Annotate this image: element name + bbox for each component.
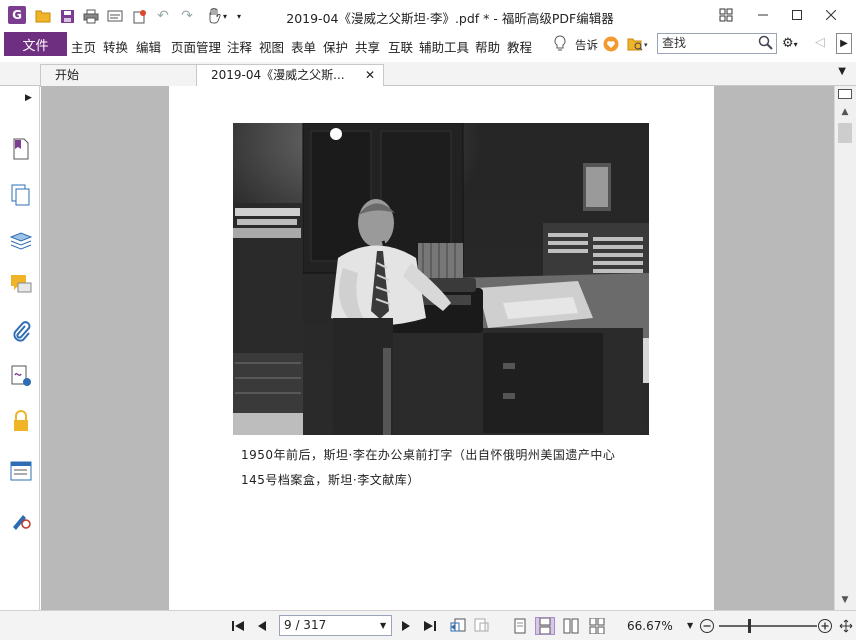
search-icon[interactable] xyxy=(758,35,774,55)
scroll-split-icon[interactable] xyxy=(837,86,853,102)
menu-help[interactable]: 帮助 xyxy=(475,37,500,56)
menu-bar: 文件 主页 转换 编辑 页面管理 注释 视图 表单 保护 共享 互联 辅助工具 … xyxy=(0,32,856,56)
menu-convert[interactable]: 转换 xyxy=(103,37,128,56)
tab-document[interactable]: 2019-04《漫威之父斯... ✕ xyxy=(196,64,384,88)
tell-me-label[interactable]: 告诉 xyxy=(575,37,598,53)
menu-tutorial[interactable]: 教程 xyxy=(507,37,532,56)
customize-quickaccess-icon[interactable]: ▾ xyxy=(234,7,244,25)
minimize-icon[interactable] xyxy=(752,6,774,24)
gear-icon[interactable]: ⚙▾ xyxy=(782,36,798,51)
historical-photo-image xyxy=(233,123,649,435)
security-icon[interactable] xyxy=(10,410,32,432)
close-icon[interactable] xyxy=(820,6,842,24)
next-view-icon[interactable] xyxy=(472,617,492,635)
previous-view-icon[interactable] xyxy=(448,617,468,635)
tab-document-label: 2019-04《漫威之父斯... xyxy=(211,68,345,82)
page-number-input[interactable]: 9 / 317 xyxy=(279,615,392,636)
lightbulb-icon[interactable] xyxy=(553,35,567,55)
zoom-out-icon[interactable] xyxy=(697,617,717,635)
title-bar: G ↶ ↷ ▾ ▾ 2019-04《漫威之父斯坦·李》.pdf * - 福昕高级… xyxy=(0,0,856,32)
menu-accessibility[interactable]: 辅助工具 xyxy=(419,37,469,56)
ribbon-right-icon[interactable]: ▶ xyxy=(836,33,852,54)
pdf-page[interactable]: 1950年前后，斯坦·李在办公桌前打字（出自怀俄明州美国遗产中心 145号档案盒… xyxy=(169,86,714,610)
menu-page-organize[interactable]: 页面管理 xyxy=(171,37,221,56)
save-icon[interactable] xyxy=(58,7,76,25)
zoom-slider-track[interactable] xyxy=(719,625,817,627)
app-logo-icon[interactable]: G xyxy=(8,6,26,24)
menu-comment[interactable]: 注释 xyxy=(227,37,252,56)
find-folder-icon[interactable]: ▾ xyxy=(627,36,649,55)
print-icon[interactable] xyxy=(82,7,100,25)
pages-icon[interactable] xyxy=(10,184,32,206)
continuous-facing-view-icon[interactable] xyxy=(587,617,607,635)
menu-protect[interactable]: 保护 xyxy=(323,37,348,56)
comments-icon[interactable] xyxy=(10,274,32,296)
heart-icon[interactable] xyxy=(603,36,619,55)
navigation-panel: ▶ xyxy=(0,86,40,610)
menu-view[interactable]: 视图 xyxy=(259,37,284,56)
restore-icon[interactable] xyxy=(715,6,737,24)
menu-form[interactable]: 表单 xyxy=(291,37,316,56)
next-page-icon[interactable] xyxy=(396,617,416,635)
caption-line-2: 145号档案盒，斯坦·李文献库） xyxy=(241,473,420,487)
tab-start-label: 开始 xyxy=(55,68,80,82)
facing-view-icon[interactable] xyxy=(561,617,581,635)
scrollbar-thumb[interactable] xyxy=(838,123,852,143)
zoom-dropdown-icon[interactable]: ▼ xyxy=(687,621,693,630)
status-bar: 9 / 317 ▼ 66.67% ▼ xyxy=(0,610,856,640)
scan-icon[interactable] xyxy=(106,7,124,25)
open-folder-icon[interactable] xyxy=(34,7,52,25)
layers-icon[interactable] xyxy=(10,230,32,252)
zoom-in-icon[interactable] xyxy=(815,617,835,635)
menu-connect[interactable]: 互联 xyxy=(388,37,413,56)
window-title: 2019-04《漫威之父斯坦·李》.pdf * - 福昕高级PDF编辑器 xyxy=(286,11,614,26)
tab-close-icon[interactable]: ✕ xyxy=(365,65,375,86)
tab-bar: 开始 2019-04《漫威之父斯... ✕ ▼ xyxy=(0,62,856,88)
menu-edit[interactable]: 编辑 xyxy=(136,37,161,56)
first-page-icon[interactable] xyxy=(228,617,248,635)
svg-text:▾: ▾ xyxy=(644,41,648,49)
single-page-view-icon[interactable] xyxy=(510,617,530,635)
new-icon[interactable] xyxy=(130,7,148,25)
caption-line-1: 1950年前后，斯坦·李在办公桌前打字（出自怀俄明州美国遗产中心 xyxy=(241,448,616,462)
redo-icon[interactable]: ↷ xyxy=(178,7,196,25)
expand-panel-icon[interactable]: ▶ xyxy=(25,93,32,103)
undo-icon[interactable]: ↶ xyxy=(154,7,172,25)
tab-start[interactable]: 开始 xyxy=(40,64,197,87)
hand-tool-icon[interactable]: ▾ xyxy=(202,7,232,25)
page-dropdown-icon[interactable]: ▼ xyxy=(380,621,386,630)
bookmark-icon[interactable] xyxy=(10,138,32,160)
previous-page-icon[interactable] xyxy=(252,617,272,635)
menu-share[interactable]: 共享 xyxy=(355,37,380,56)
ribbon-left-icon[interactable]: ◁ xyxy=(815,35,825,50)
last-page-icon[interactable] xyxy=(420,617,440,635)
scroll-up-icon[interactable]: ▲ xyxy=(837,104,853,120)
continuous-view-icon[interactable] xyxy=(535,617,555,635)
file-menu-button[interactable]: 文件 xyxy=(4,32,67,56)
fit-options-icon[interactable] xyxy=(836,617,856,635)
maximize-icon[interactable] xyxy=(786,6,808,24)
document-view[interactable]: 1950年前后，斯坦·李在办公桌前打字（出自怀俄明州美国遗产中心 145号档案盒… xyxy=(41,86,834,610)
zoom-level[interactable]: 66.67% xyxy=(627,619,673,633)
zoom-slider-thumb[interactable] xyxy=(748,619,752,633)
fields-icon[interactable] xyxy=(10,460,32,482)
signatures-icon[interactable] xyxy=(10,365,32,387)
attachments-icon[interactable] xyxy=(10,320,32,342)
scroll-down-icon[interactable]: ▼ xyxy=(837,592,853,608)
certify-icon[interactable] xyxy=(10,508,32,530)
tab-list-dropdown-icon[interactable]: ▼ xyxy=(838,66,846,77)
vertical-scrollbar[interactable]: ▲ ▼ xyxy=(834,86,856,610)
menu-home[interactable]: 主页 xyxy=(71,37,96,56)
